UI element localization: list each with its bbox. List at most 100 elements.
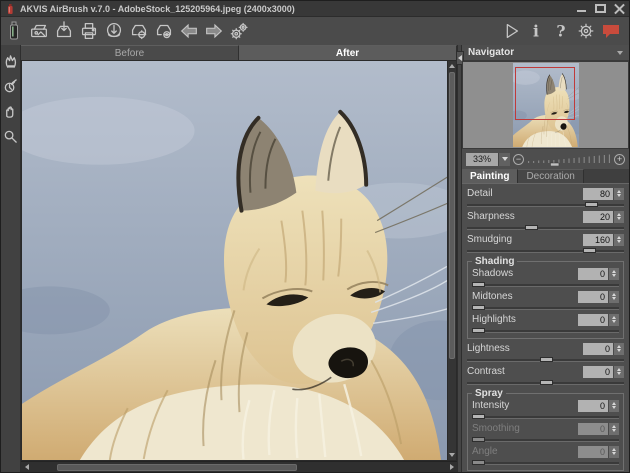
redo-icon[interactable] <box>201 19 226 43</box>
toolbar: i ? <box>1 17 629 45</box>
scroll-up-icon[interactable] <box>448 61 456 71</box>
spinner-icon <box>608 423 619 435</box>
spray-group-title: Spray <box>472 388 506 399</box>
vertical-scrollbar[interactable] <box>447 60 457 461</box>
maximize-icon[interactable] <box>595 4 606 13</box>
zoom-slider[interactable] <box>527 152 611 166</box>
angle-slider <box>472 459 619 466</box>
import-presets-icon[interactable] <box>126 19 151 43</box>
shadows-label: Shadows <box>472 268 578 279</box>
navigator-view-frame[interactable] <box>515 67 575 120</box>
shadows-spinbox[interactable]: 0 <box>578 268 619 280</box>
shading-group-title: Shading <box>472 256 517 267</box>
spinner-icon[interactable] <box>613 343 624 355</box>
angle-label: Angle <box>472 446 578 457</box>
smudging-spinbox[interactable]: 160 <box>583 234 624 246</box>
midtones-label: Midtones <box>472 291 578 302</box>
hand-pan-icon[interactable] <box>3 103 19 119</box>
horizontal-scrollbar[interactable] <box>21 461 457 472</box>
publish-share-icon[interactable] <box>101 19 126 43</box>
help-icon[interactable]: ? <box>548 19 573 43</box>
midtones-spinbox[interactable]: 0 <box>578 291 619 303</box>
contrast-label: Contrast <box>467 366 583 377</box>
airbrush-logo-icon[interactable] <box>1 19 26 43</box>
scroll-left-icon[interactable] <box>21 462 32 473</box>
scroll-right-icon[interactable] <box>446 462 457 473</box>
zoom-in-button[interactable]: + <box>614 154 625 165</box>
intensity-spinbox[interactable]: 0 <box>578 400 619 412</box>
spinner-icon[interactable] <box>613 366 624 378</box>
spinner-icon[interactable] <box>608 314 619 326</box>
horizontal-scroll-thumb[interactable] <box>57 464 297 471</box>
zoom-magnifier-icon[interactable] <box>3 128 19 144</box>
spray-group: Spray Intensity 0 Smoothing 0 Angle 0 <box>467 388 624 471</box>
svg-text:i: i <box>533 22 539 41</box>
export-presets-icon[interactable] <box>151 19 176 43</box>
spinner-icon <box>608 446 619 458</box>
navigator-preview[interactable] <box>462 61 629 149</box>
settings-panel: Navigator 33% − <box>462 45 629 472</box>
about-icon[interactable]: i <box>523 19 548 43</box>
preview-brush-icon[interactable] <box>3 53 19 69</box>
smoothing-spinbox: 0 <box>578 423 619 435</box>
smudging-label: Smudging <box>467 234 583 245</box>
minimize-icon[interactable] <box>576 4 587 13</box>
zoom-out-button[interactable]: − <box>513 154 524 165</box>
zoom-slider-thumb[interactable] <box>551 163 559 166</box>
window-title: AKVIS AirBrush v.7.0 - AdobeStock_125205… <box>20 4 295 14</box>
titlebar[interactable]: AKVIS AirBrush v.7.0 - AdobeStock_125205… <box>1 1 629 17</box>
shading-group: Shading Shadows 0 Midtones 0 Highlights … <box>467 256 624 339</box>
open-image-icon[interactable] <box>26 19 51 43</box>
detail-spinbox[interactable]: 80 <box>583 188 624 200</box>
zoom-level-value[interactable]: 33% <box>466 153 498 166</box>
fox-image <box>22 61 447 460</box>
view-tabbar: Before After <box>21 45 457 60</box>
highlights-spinbox[interactable]: 0 <box>578 314 619 326</box>
scroll-down-icon[interactable] <box>448 450 456 460</box>
painting-controls: Detail 80 Sharpness 20 Smudging 160 Shad… <box>462 184 629 472</box>
image-canvas[interactable] <box>21 60 447 461</box>
spinner-icon[interactable] <box>613 234 624 246</box>
preferences-gear-icon[interactable] <box>573 19 598 43</box>
intensity-slider[interactable] <box>472 413 619 420</box>
sharpness-slider[interactable] <box>467 224 624 231</box>
tab-after[interactable]: After <box>239 45 457 60</box>
navigator-header[interactable]: Navigator <box>462 45 629 61</box>
navigator-menu-icon[interactable] <box>617 51 623 55</box>
highlights-slider[interactable] <box>472 327 619 334</box>
sharpness-label: Sharpness <box>467 211 583 222</box>
print-icon[interactable] <box>76 19 101 43</box>
spinner-icon[interactable] <box>608 400 619 412</box>
feedback-icon[interactable] <box>598 19 623 43</box>
sharpness-spinbox[interactable]: 20 <box>583 211 624 223</box>
lightness-label: Lightness <box>467 343 583 354</box>
contrast-spinbox[interactable]: 0 <box>583 366 624 378</box>
lightness-slider[interactable] <box>467 356 624 363</box>
tab-decoration[interactable]: Decoration <box>518 169 583 183</box>
tools-sidebar <box>1 45 21 472</box>
tab-painting[interactable]: Painting <box>462 169 518 183</box>
zoom-dropdown-icon[interactable] <box>498 153 510 166</box>
angle-spinbox: 0 <box>578 446 619 458</box>
smudging-slider[interactable] <box>467 247 624 254</box>
spinner-icon[interactable] <box>613 188 624 200</box>
midtones-slider[interactable] <box>472 304 619 311</box>
tab-before[interactable]: Before <box>21 45 239 60</box>
spinner-icon[interactable] <box>613 211 624 223</box>
zoom-level-select[interactable]: 33% <box>466 153 510 166</box>
detail-slider[interactable] <box>467 201 624 208</box>
app-icon <box>5 3 15 15</box>
vertical-scroll-thumb[interactable] <box>449 72 455 359</box>
run-icon[interactable] <box>498 19 523 43</box>
spinner-icon[interactable] <box>608 268 619 280</box>
shadows-slider[interactable] <box>472 281 619 288</box>
history-brush-icon[interactable] <box>3 78 19 94</box>
navigator-thumbnail[interactable] <box>513 63 579 147</box>
undo-icon[interactable] <box>176 19 201 43</box>
spinner-icon[interactable] <box>608 291 619 303</box>
save-image-icon[interactable] <box>51 19 76 43</box>
lightness-spinbox[interactable]: 0 <box>583 343 624 355</box>
close-icon[interactable] <box>614 4 625 13</box>
batch-processing-icon[interactable] <box>226 19 251 43</box>
contrast-slider[interactable] <box>467 379 624 386</box>
